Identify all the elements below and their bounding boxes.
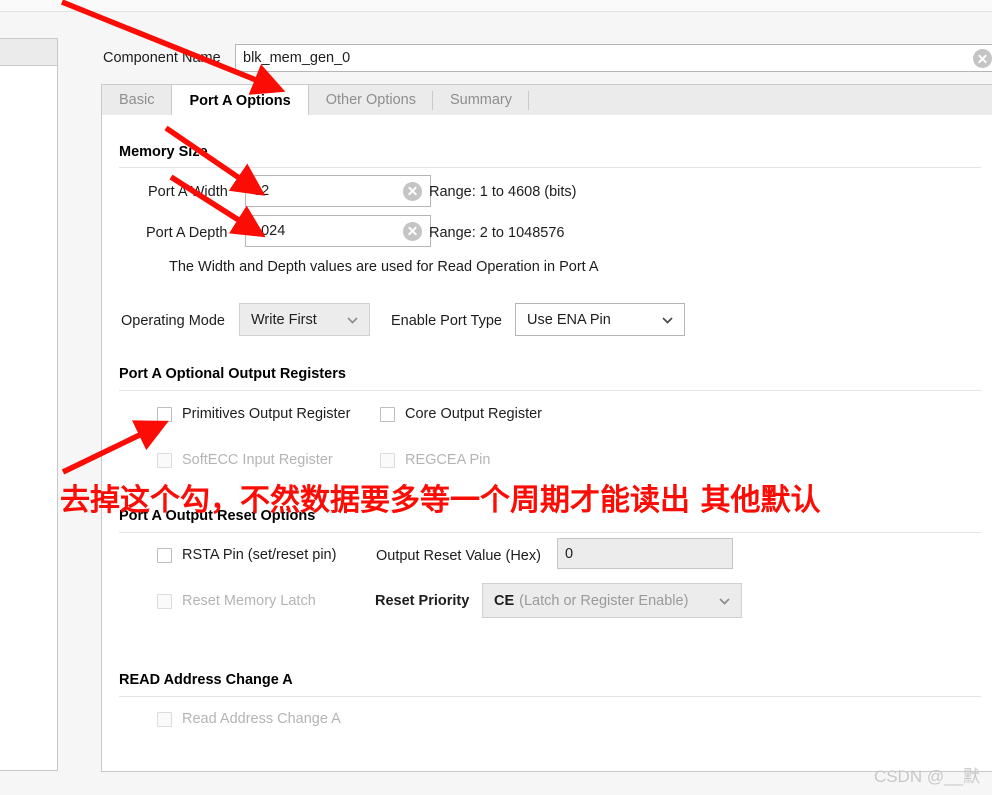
- ip-symbol-panel-header: [0, 39, 57, 66]
- component-name-row: Component Name: [103, 45, 230, 71]
- reset-priority-select[interactable]: CE (Latch or Register Enable): [482, 583, 742, 618]
- checkbox-box-icon: [380, 452, 395, 468]
- tab-port-a-options[interactable]: Port A Options: [171, 84, 309, 116]
- primitives-output-register-label: Primitives Output Register: [182, 406, 351, 422]
- checkbox-box-icon: [157, 593, 172, 609]
- tab-summary[interactable]: Summary: [433, 85, 530, 115]
- port-a-depth-label: Port A Depth: [146, 225, 228, 241]
- checkbox-box-icon: [157, 547, 172, 563]
- reset-priority-suffix: (Latch or Register Enable): [519, 592, 689, 609]
- checkbox-box-icon: [157, 406, 172, 422]
- core-output-register-label: Core Output Register: [405, 406, 543, 422]
- reset-memory-latch-checkbox: Reset Memory Latch: [157, 593, 316, 609]
- tab-basic[interactable]: Basic: [102, 85, 171, 115]
- tab-other-options[interactable]: Other Options: [309, 85, 434, 115]
- read-address-change-rule: [119, 696, 981, 697]
- window-top-strip: [0, 0, 992, 11]
- component-name-value: blk_mem_gen_0: [243, 50, 351, 66]
- softecc-input-register-checkbox: SoftECC Input Register: [157, 452, 333, 468]
- regcea-pin-label: REGCEA Pin: [405, 452, 491, 468]
- port-a-width-value: 32: [253, 183, 270, 199]
- checkbox-box-icon: [380, 406, 395, 422]
- operating-mode-label: Operating Mode: [121, 313, 225, 329]
- output-reset-value: 0: [565, 545, 574, 562]
- port-a-width-input[interactable]: 32: [245, 175, 431, 207]
- tab-port-a-options-label: Port A Options: [189, 92, 291, 109]
- reset-priority-label: Reset Priority: [375, 593, 470, 609]
- output-reset-value-input[interactable]: 0: [557, 538, 733, 569]
- component-name-label: Component Name: [103, 50, 221, 66]
- read-address-change-section-title: READ Address Change A: [119, 672, 293, 688]
- ip-symbol-panel: [0, 38, 58, 771]
- tab-summary-label: Summary: [449, 92, 513, 108]
- primitives-output-register-checkbox[interactable]: Primitives Output Register: [157, 406, 350, 422]
- read-address-change-a-label: Read Address Change A: [182, 711, 341, 727]
- optional-output-registers-rule: [119, 390, 981, 391]
- checkbox-box-icon: [157, 711, 172, 727]
- softecc-input-register-label: SoftECC Input Register: [182, 452, 333, 468]
- read-address-change-a-checkbox: Read Address Change A: [157, 711, 341, 727]
- regcea-pin-checkbox: REGCEA Pin: [380, 452, 490, 468]
- clear-circle-icon[interactable]: [403, 181, 422, 201]
- output-reset-value-label: Output Reset Value (Hex): [376, 548, 541, 564]
- operating-mode-select[interactable]: Write First: [239, 303, 370, 336]
- chevron-down-icon: [662, 316, 673, 324]
- enable-port-type-label: Enable Port Type: [391, 313, 502, 329]
- port-a-options-panel: Memory Size Port A Width 32 Range: 1 to …: [101, 115, 992, 772]
- tab-basic-label: Basic: [119, 92, 155, 108]
- tab-bar: Basic Port A Options Other Options Summa…: [101, 84, 992, 116]
- clear-circle-icon[interactable]: [403, 221, 422, 241]
- core-output-register-checkbox[interactable]: Core Output Register: [380, 406, 542, 422]
- memory-size-rule: [119, 167, 981, 168]
- port-a-width-label: Port A Width: [148, 184, 228, 200]
- clear-circle-icon[interactable]: [973, 49, 992, 68]
- port-a-width-range: Range: 1 to 4608 (bits): [429, 184, 577, 200]
- output-reset-options-section-title: Port A Output Reset Options: [119, 508, 316, 524]
- reset-priority-value: CE: [494, 592, 515, 609]
- csdn-watermark: CSDN @__默: [873, 767, 980, 786]
- width-depth-note: The Width and Depth values are used for …: [169, 259, 599, 275]
- port-a-depth-range: Range: 2 to 1048576: [429, 225, 565, 241]
- rsta-pin-label: RSTA Pin (set/reset pin): [182, 547, 337, 563]
- port-a-depth-input[interactable]: 1024: [245, 215, 431, 247]
- top-divider: [0, 11, 992, 12]
- output-reset-options-rule: [119, 532, 981, 533]
- enable-port-type-select[interactable]: Use ENA Pin: [515, 303, 685, 336]
- operating-mode-value: Write First: [251, 311, 317, 328]
- chevron-down-icon: [719, 597, 730, 605]
- memory-size-section-title: Memory Size: [119, 144, 208, 160]
- tab-other-options-label: Other Options: [325, 92, 416, 108]
- checkbox-box-icon: [157, 452, 172, 468]
- optional-output-registers-section-title: Port A Optional Output Registers: [119, 366, 346, 382]
- chevron-down-icon: [347, 316, 358, 324]
- component-name-input[interactable]: blk_mem_gen_0: [235, 44, 992, 72]
- port-a-depth-value: 1024: [253, 223, 286, 239]
- reset-memory-latch-label: Reset Memory Latch: [182, 593, 316, 609]
- enable-port-type-value: Use ENA Pin: [527, 311, 611, 328]
- rsta-pin-checkbox[interactable]: RSTA Pin (set/reset pin): [157, 547, 336, 563]
